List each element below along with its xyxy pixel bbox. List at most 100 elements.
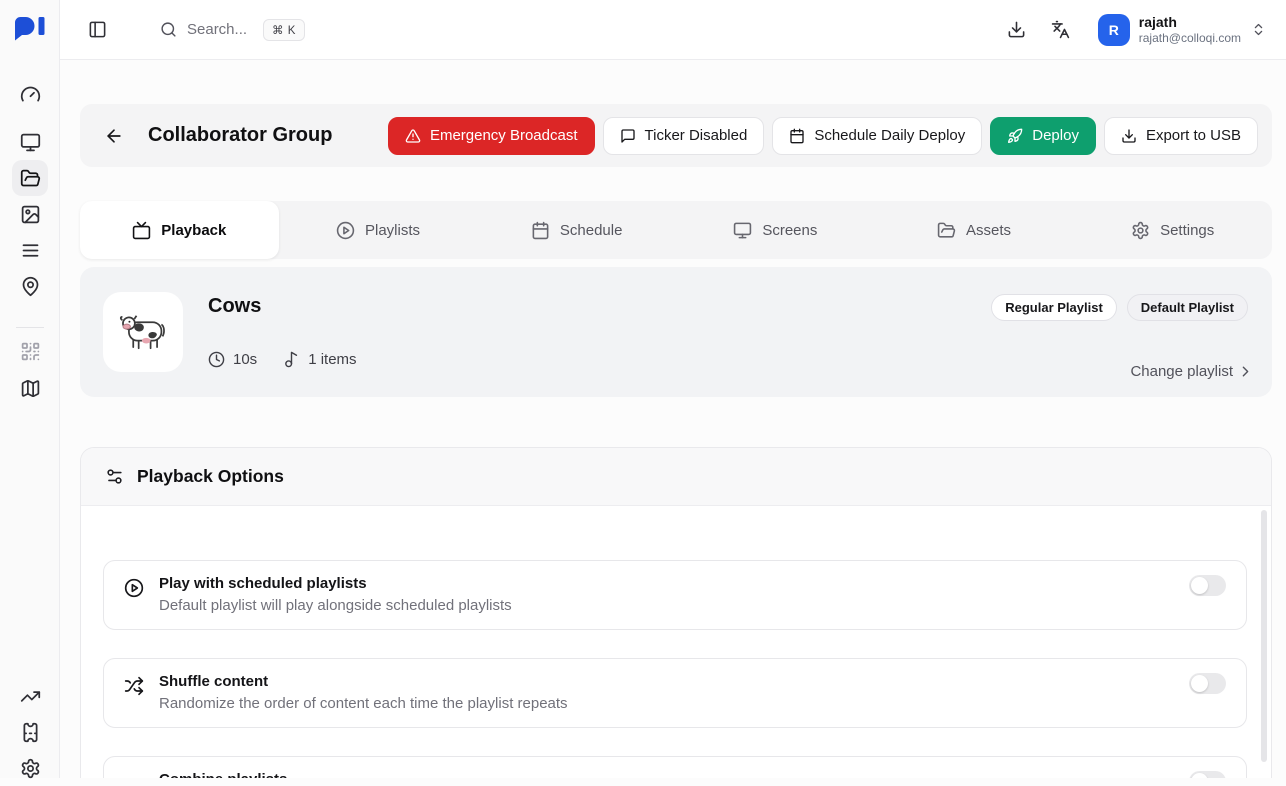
sidebar-item-screens[interactable] [12,124,48,160]
emergency-broadcast-button[interactable]: Emergency Broadcast [388,117,595,155]
monitor-icon [20,132,41,153]
avatar: R [1098,14,1130,46]
tab-label: Settings [1160,222,1214,239]
playlist-badges: Regular Playlist Default Playlist [991,294,1248,321]
user-email: rajath@colloqi.com [1139,31,1241,45]
sidebar-item-dashboard[interactable] [12,76,48,112]
export-usb-label: Export to USB [1146,127,1241,144]
folder-open-icon [937,221,956,240]
user-meta: rajath rajath@colloqi.com [1139,14,1241,45]
gear-icon [1131,221,1150,240]
search-shortcut-badge: ⌘ K [263,19,305,41]
ticket-icon [20,722,41,743]
search-input[interactable]: Search... ⌘ K [160,19,305,41]
playback-options-body: Play with scheduled playlists Default pl… [81,506,1271,778]
download-button[interactable] [998,11,1036,49]
user-name: rajath [1139,14,1241,31]
app-logo-icon [14,16,46,42]
page-title: Collaborator Group [148,124,332,147]
playlist-item-count-value: 1 items [308,351,356,368]
monitor-icon [733,221,752,240]
tab-label: Schedule [560,222,623,239]
sidebar-item-media[interactable] [12,196,48,232]
tab-playlists[interactable]: Playlists [279,201,478,259]
list-end-icon [124,774,144,778]
languages-icon [1051,20,1070,39]
option-row-shuffle-content: Shuffle content Randomize the order of c… [103,658,1247,728]
option-label: Play with scheduled playlists [159,575,512,592]
playlist-card: Cows 10s 1 items Regular Playlist Defaul… [80,267,1272,397]
topbar: Search... ⌘ K R rajath rajath@colloqi.co… [60,0,1286,60]
sidebar-toggle-button[interactable] [78,11,116,49]
topbar-actions: R rajath rajath@colloqi.com [998,11,1266,49]
emergency-broadcast-label: Emergency Broadcast [430,127,578,144]
cow-image [117,310,169,354]
toggle-shuffle-content[interactable] [1189,673,1226,694]
tab-settings[interactable]: Settings [1073,201,1272,259]
option-label: Combine playlists [159,771,287,778]
playback-options-section: Playback Options Play with scheduled pla… [80,447,1272,778]
deploy-button[interactable]: Deploy [990,117,1096,155]
playlist-item-count: 1 items [283,351,356,368]
sidebar-item-qr-code[interactable] [12,333,48,369]
alert-triangle-icon [405,128,421,144]
ticker-disabled-label: Ticker Disabled [645,127,748,144]
toggle-combine-playlists[interactable] [1189,771,1226,778]
option-text: Play with scheduled playlists Default pl… [159,575,512,614]
option-text: Shuffle content Randomize the order of c… [159,673,568,712]
sidebar-item-groups[interactable] [12,160,48,196]
sidebar-item-licenses[interactable] [12,714,48,750]
sidebar-item-map[interactable] [12,370,48,406]
sidebar-item-locations[interactable] [12,268,48,304]
playlist-title: Cows [208,295,261,318]
download-icon [1007,20,1026,39]
image-icon [20,204,41,225]
panel-left-icon [88,20,107,39]
clock-icon [208,351,225,368]
badge-regular-playlist: Regular Playlist [991,294,1117,321]
playback-options-title: Playback Options [137,466,284,487]
tv-icon [132,221,151,240]
schedule-daily-deploy-button[interactable]: Schedule Daily Deploy [772,117,982,155]
header-actions: Emergency Broadcast Ticker Disabled Sche… [388,117,1258,155]
chevrons-up-down-icon [1251,22,1266,37]
tab-assets[interactable]: Assets [875,201,1074,259]
gear-icon [20,758,41,779]
ticker-disabled-button[interactable]: Ticker Disabled [603,117,765,155]
playback-options-header: Playback Options [81,448,1271,506]
toggle-play-with-scheduled[interactable] [1189,575,1226,596]
sidebar-item-analytics[interactable] [12,678,48,714]
option-row-play-with-scheduled: Play with scheduled playlists Default pl… [103,560,1247,630]
option-row-combine-playlists: Combine playlists [103,756,1247,778]
menu-lines-icon [20,240,41,261]
play-circle-icon [124,578,144,598]
tab-schedule[interactable]: Schedule [477,201,676,259]
app-logo[interactable] [0,16,60,42]
qr-code-icon [20,341,41,362]
scrollbar-thumb[interactable] [1261,510,1267,762]
gauge-icon [20,84,41,105]
trending-up-icon [20,686,41,707]
change-playlist-link[interactable]: Change playlist [1130,363,1254,380]
sidebar-item-playlists[interactable] [12,232,48,268]
map-pin-icon [20,276,41,297]
playlist-meta: 10s 1 items [208,351,357,368]
sliders-icon [105,467,124,486]
map-icon [20,378,41,399]
option-label: Shuffle content [159,673,568,690]
export-usb-button[interactable]: Export to USB [1104,117,1258,155]
music-note-icon [283,351,300,368]
option-text: Combine playlists [159,771,287,778]
calendar-icon [789,128,805,144]
tab-playback[interactable]: Playback [80,201,279,259]
badge-default-playlist: Default Playlist [1127,294,1248,321]
tab-label: Assets [966,222,1011,239]
back-button[interactable] [96,118,132,154]
search-placeholder: Search... [187,21,247,38]
tab-label: Playback [161,222,226,239]
translate-button[interactable] [1042,11,1080,49]
sidebar-item-settings[interactable] [12,750,48,786]
calendar-icon [531,221,550,240]
tab-screens[interactable]: Screens [676,201,875,259]
user-menu[interactable]: R rajath rajath@colloqi.com [1098,14,1266,46]
